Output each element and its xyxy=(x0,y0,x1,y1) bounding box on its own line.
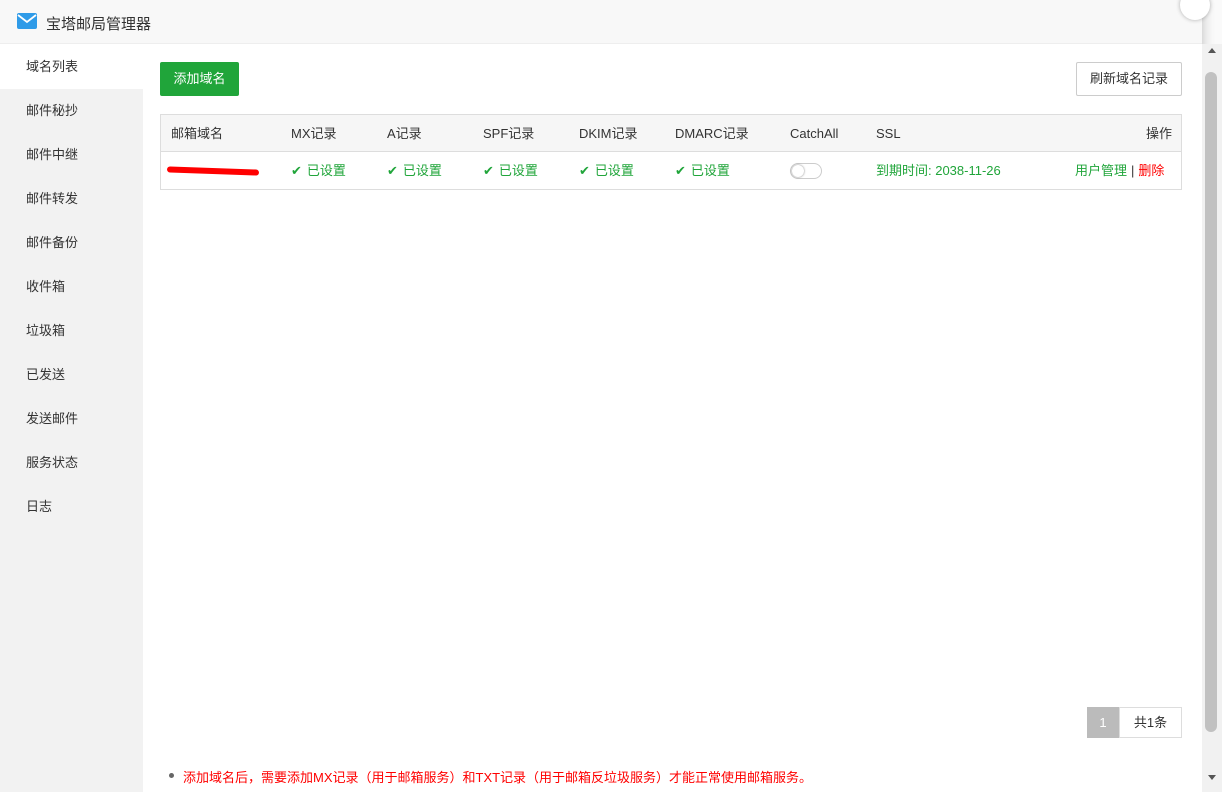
column-header-dmarc: DMARC记录 xyxy=(675,126,749,141)
column-header-spf: SPF记录 xyxy=(483,126,535,141)
add-domain-button[interactable]: 添加域名 xyxy=(160,62,239,96)
table-row: ✔ 已设置 ✔ 已设置 ✔ 已设置 ✔ 已设置 ✔ 已设置 到期时间: 2038-11-2… xyxy=(161,152,1181,189)
scrollbar-thumb[interactable] xyxy=(1205,72,1217,732)
column-header-domain: 邮箱域名 xyxy=(171,126,224,141)
mx-status-text: 已设置 xyxy=(306,163,346,178)
scroll-up-arrow-icon[interactable] xyxy=(1208,48,1216,53)
page-current[interactable]: 1 xyxy=(1087,707,1119,738)
mail-manager-dialog: 宝塔邮局管理器 域名列表 邮件秘抄 邮件中继 邮件转发 邮件备份 收件箱 垃圾箱… xyxy=(0,0,1210,792)
sidebar-item-spam[interactable]: 垃圾箱 xyxy=(0,309,143,353)
sidebar: 域名列表 邮件秘抄 邮件中继 邮件转发 邮件备份 收件箱 垃圾箱 已发送 发送邮… xyxy=(0,45,143,792)
sidebar-item-inbox[interactable]: 收件箱 xyxy=(0,265,143,309)
mail-icon xyxy=(16,12,38,30)
dialog-title: 宝塔邮局管理器 xyxy=(46,16,152,33)
sidebar-item-mail-forward[interactable]: 邮件转发 xyxy=(0,177,143,221)
refresh-domain-records-button[interactable]: 刷新域名记录 xyxy=(1076,62,1182,96)
check-icon: ✔ xyxy=(483,163,494,178)
sidebar-item-logs[interactable]: 日志 xyxy=(0,485,143,529)
help-note: 添加域名后，需要添加MX记录（用于邮箱服务）和TXT记录（用于邮箱反垃圾服务）才… xyxy=(169,767,813,786)
dkim-status: ✔ 已设置 xyxy=(579,152,634,189)
domain-table: 邮箱域名 MX记录 A记录 SPF记录 DKIM记录 DMARC记录 Catch… xyxy=(160,114,1182,190)
scroll-down-arrow-icon[interactable] xyxy=(1208,775,1216,780)
check-icon: ✔ xyxy=(387,163,398,178)
dialog-title-bar: 宝塔邮局管理器 xyxy=(0,0,1202,44)
sidebar-item-domain-list[interactable]: 域名列表 xyxy=(0,45,143,89)
check-icon: ✔ xyxy=(675,163,686,178)
catchall-toggle[interactable] xyxy=(790,163,822,179)
column-header-dkim: DKIM记录 xyxy=(579,126,638,141)
dkim-status-text: 已设置 xyxy=(594,163,634,178)
mx-status: ✔ 已设置 xyxy=(291,152,346,189)
action-separator: | xyxy=(1131,163,1135,178)
bullet-icon xyxy=(169,773,174,778)
main-content: 添加域名 刷新域名记录 邮箱域名 MX记录 A记录 SPF记录 DKIM记录 D… xyxy=(143,45,1202,792)
toggle-knob xyxy=(792,165,804,177)
spf-status-text: 已设置 xyxy=(498,163,538,178)
sidebar-item-service-status[interactable]: 服务状态 xyxy=(0,441,143,485)
check-icon: ✔ xyxy=(579,163,590,178)
row-actions: 用户管理 | 删除 xyxy=(1075,152,1164,189)
sidebar-item-mail-relay[interactable]: 邮件中继 xyxy=(0,133,143,177)
dmarc-status: ✔ 已设置 xyxy=(675,152,730,189)
page-total-count: 共1条 xyxy=(1119,707,1182,738)
delete-link[interactable]: 删除 xyxy=(1138,163,1164,178)
scrollbar[interactable] xyxy=(1202,44,1222,792)
spf-status: ✔ 已设置 xyxy=(483,152,538,189)
sidebar-item-send-mail[interactable]: 发送邮件 xyxy=(0,397,143,441)
sidebar-item-mail-bcc[interactable]: 邮件秘抄 xyxy=(0,89,143,133)
column-header-catchall: CatchAll xyxy=(790,126,839,141)
column-header-actions: 操作 xyxy=(1146,126,1173,141)
redacted-domain-mark xyxy=(166,166,260,176)
column-header-a: A记录 xyxy=(387,126,422,141)
a-status: ✔ 已设置 xyxy=(387,152,442,189)
user-manage-link[interactable]: 用户管理 xyxy=(1075,163,1127,178)
table-header: 邮箱域名 MX记录 A记录 SPF记录 DKIM记录 DMARC记录 Catch… xyxy=(161,115,1181,152)
help-note-text: 添加域名后，需要添加MX记录（用于邮箱服务）和TXT记录（用于邮箱反垃圾服务）才… xyxy=(183,770,813,785)
column-header-mx: MX记录 xyxy=(291,126,337,141)
domain-cell xyxy=(161,152,271,189)
sidebar-item-sent[interactable]: 已发送 xyxy=(0,353,143,397)
sidebar-item-mail-backup[interactable]: 邮件备份 xyxy=(0,221,143,265)
dmarc-status-text: 已设置 xyxy=(690,163,730,178)
ssl-expiry: 到期时间: 2038-11-26 xyxy=(876,163,1001,178)
column-header-ssl: SSL xyxy=(876,126,901,141)
check-icon: ✔ xyxy=(291,163,302,178)
a-status-text: 已设置 xyxy=(402,163,442,178)
